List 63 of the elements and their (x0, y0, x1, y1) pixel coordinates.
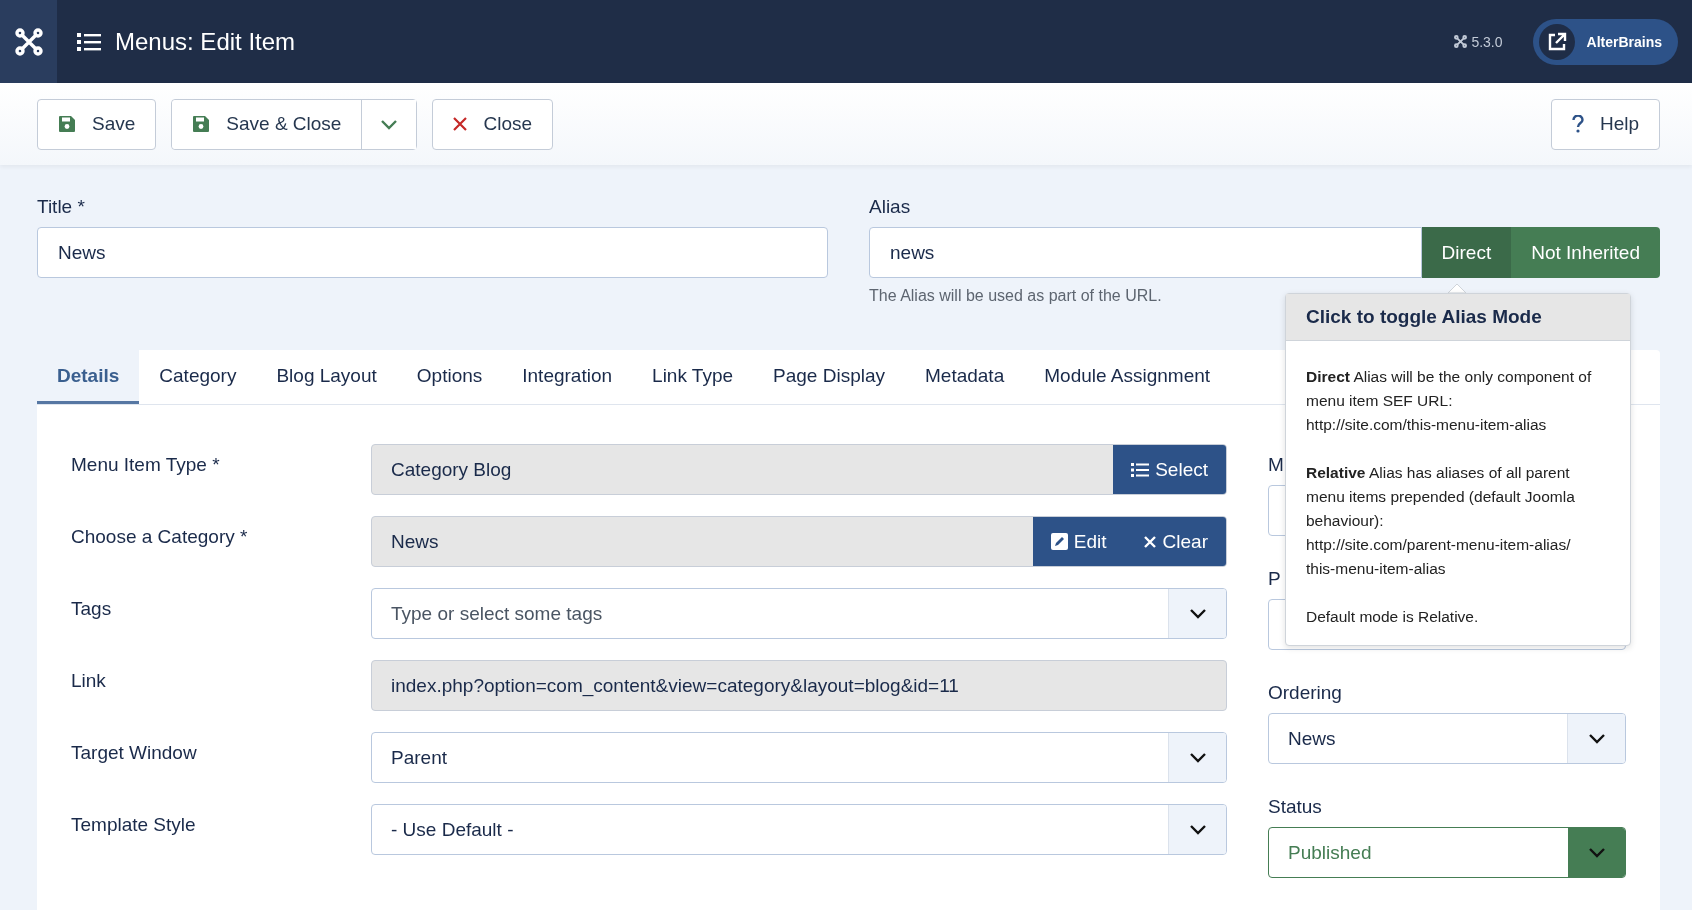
field-label: Status (1268, 796, 1322, 818)
field-label: Ordering (1268, 682, 1342, 704)
clear-button[interactable]: Clear (1124, 517, 1226, 566)
external-link-icon (1546, 31, 1567, 52)
close-icon (453, 117, 468, 131)
tab[interactable]: Category (139, 350, 257, 404)
select-field[interactable]: Type or select some tags (371, 588, 1227, 639)
tab[interactable]: Link Type (632, 350, 754, 404)
list-icon (77, 31, 101, 52)
user-button[interactable]: AlterBrains (1532, 18, 1678, 65)
question-icon (1571, 115, 1584, 133)
chevron-down-icon (1188, 824, 1207, 835)
tab[interactable]: Details (37, 350, 140, 404)
alias-mode-button[interactable]: Direct (1421, 227, 1512, 278)
chevron-down-icon (1188, 608, 1207, 619)
select-field[interactable]: Parent (371, 732, 1227, 783)
edit-button[interactable]: Edit (1032, 517, 1125, 566)
tab[interactable]: Integration (502, 350, 633, 404)
field-label: Tags (71, 597, 113, 621)
tooltip-text: Relative Alias has aliases of all parent menu items prepended (default Joomla behaviour): http://site.com/parent-menu-item-alias/ this-menu-item-alias (1306, 463, 1576, 579)
chevron-down-icon (1587, 847, 1606, 858)
tab[interactable]: Module Assignment (1024, 350, 1231, 404)
select-field[interactable]: News (1268, 713, 1626, 764)
logo-icon (1454, 35, 1468, 48)
readonly-field[interactable]: Category Blog Select (371, 444, 1227, 495)
help-button[interactable]: Help (1550, 98, 1660, 150)
field-label: P (1268, 568, 1281, 590)
field-label: Target Window (71, 741, 198, 765)
page-title: Menus: Edit Item (115, 27, 296, 56)
readonly-field[interactable]: News Edit Clear (371, 516, 1227, 567)
version-label: 5.3.0 (1471, 33, 1503, 50)
field-label: Menu Item Type * (71, 453, 221, 477)
field-label: Alias (869, 196, 912, 218)
select-field[interactable]: - Use Default - (371, 804, 1227, 855)
tooltip-title: Click to toggle Alias Mode (1286, 294, 1630, 341)
chevron-down-icon (1587, 733, 1606, 744)
tab[interactable]: Page Display (753, 350, 905, 404)
select-field[interactable]: Published (1268, 827, 1626, 878)
field-label: Link (71, 669, 107, 693)
close-button[interactable]: Close (432, 98, 553, 150)
tooltip-text: Default mode is Relative. (1306, 607, 1480, 627)
field-label: M (1268, 454, 1284, 476)
field-label: Template Style (71, 813, 197, 837)
title-input[interactable]: News (37, 227, 828, 278)
logo-icon (14, 27, 43, 56)
list-icon (1131, 461, 1150, 478)
tab[interactable]: Blog Layout (256, 350, 397, 404)
tab[interactable]: Options (396, 350, 503, 404)
dropdown-button[interactable] (361, 99, 417, 149)
chevron-down-icon (1188, 752, 1207, 763)
tooltip-text: Direct Alias will be the only component of menu item SEF URL: http://site.com/this-menu-item-alias (1306, 367, 1593, 435)
field-label: Choose a Category * (71, 525, 249, 549)
save-button[interactable]: Save (37, 98, 157, 150)
help-text: The Alias will be used as part of the URL. (869, 287, 1162, 305)
readonly-field[interactable]: index.php?option=com_content&view=category&layout=blog&id=11 (371, 660, 1227, 711)
chevron-down-icon (380, 118, 399, 130)
alias-mode-button[interactable]: Not Inherited (1511, 227, 1660, 278)
tab[interactable]: Metadata (905, 350, 1025, 404)
close-icon (1142, 534, 1157, 549)
field-label: Title * (37, 196, 86, 218)
select-button[interactable]: Select (1113, 445, 1226, 494)
alias-input[interactable]: news (869, 227, 1422, 278)
edit-icon (1050, 533, 1068, 550)
